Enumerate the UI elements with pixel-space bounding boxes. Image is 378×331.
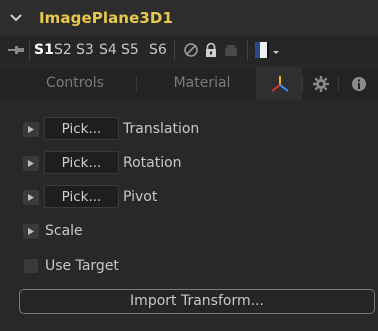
chevron-down-icon[interactable] xyxy=(10,12,22,24)
use-target-label: Use Target xyxy=(45,258,119,274)
version-s4-button[interactable]: S4 xyxy=(99,41,117,59)
use-target-checkbox[interactable] xyxy=(24,259,38,273)
version-s6-button[interactable]: S6 xyxy=(149,41,167,59)
chevron-right-icon xyxy=(28,126,34,133)
node-title: ImagePlane3D1 xyxy=(39,9,173,27)
scale-row: Scale xyxy=(0,218,378,244)
gear-icon[interactable] xyxy=(312,75,330,93)
use-target-row: Use Target xyxy=(0,253,378,279)
pick-translation-button[interactable]: Pick... xyxy=(44,117,119,140)
translation-label: Translation xyxy=(123,121,200,137)
version-s5-button[interactable]: S5 xyxy=(121,41,139,59)
node-header[interactable]: ImagePlane3D1 xyxy=(0,0,378,36)
pick-pivot-button[interactable]: Pick... xyxy=(44,185,119,208)
disable-icon[interactable] xyxy=(183,42,199,58)
pick-rotation-button[interactable]: Pick... xyxy=(44,151,119,174)
version-toolbar: S1 S2 S3 S4 S5 S6 xyxy=(0,36,378,64)
chevron-right-icon xyxy=(28,160,34,167)
version-s1-button[interactable]: S1 xyxy=(34,41,54,59)
toolbar-divider xyxy=(29,40,30,60)
color-swatch-dropdown-icon[interactable] xyxy=(255,42,281,58)
expand-translation-button[interactable] xyxy=(23,122,39,137)
expand-rotation-button[interactable] xyxy=(23,156,39,171)
chevron-right-icon xyxy=(28,228,34,235)
tab-divider xyxy=(302,76,303,91)
pivot-label: Pivot xyxy=(123,189,158,205)
reset-icon[interactable] xyxy=(223,42,239,58)
import-transform-button[interactable]: Import Transform... xyxy=(19,289,375,314)
pin-icon[interactable] xyxy=(8,44,24,56)
chevron-right-icon xyxy=(28,194,34,201)
version-s2-button[interactable]: S2 xyxy=(54,41,72,59)
info-icon[interactable] xyxy=(350,75,368,93)
tab-divider xyxy=(338,76,339,91)
pivot-row: Pick... Pivot xyxy=(0,184,378,210)
version-s3-button[interactable]: S3 xyxy=(76,41,94,59)
lock-icon[interactable] xyxy=(203,42,219,58)
tab-divider xyxy=(136,76,137,91)
toolbar-divider xyxy=(247,40,248,60)
tab-controls[interactable]: Controls xyxy=(46,67,104,100)
tab-material[interactable]: Material xyxy=(170,67,234,100)
rotation-label: Rotation xyxy=(123,155,182,171)
translation-row: Pick... Translation xyxy=(0,116,378,142)
transform-controls: Pick... Translation Pick... Rotation Pic… xyxy=(0,100,378,331)
expand-pivot-button[interactable] xyxy=(23,190,39,205)
toolbar-divider xyxy=(174,40,175,60)
scale-label: Scale xyxy=(45,223,83,239)
rotation-row: Pick... Rotation xyxy=(0,150,378,176)
inspector-tabs: Controls Material xyxy=(0,67,378,100)
expand-scale-button[interactable] xyxy=(23,224,39,239)
transform-axes-icon[interactable] xyxy=(270,74,290,94)
inspector-panel: ImagePlane3D1 S1 S2 S3 S4 S5 S6 Controls… xyxy=(0,0,378,331)
